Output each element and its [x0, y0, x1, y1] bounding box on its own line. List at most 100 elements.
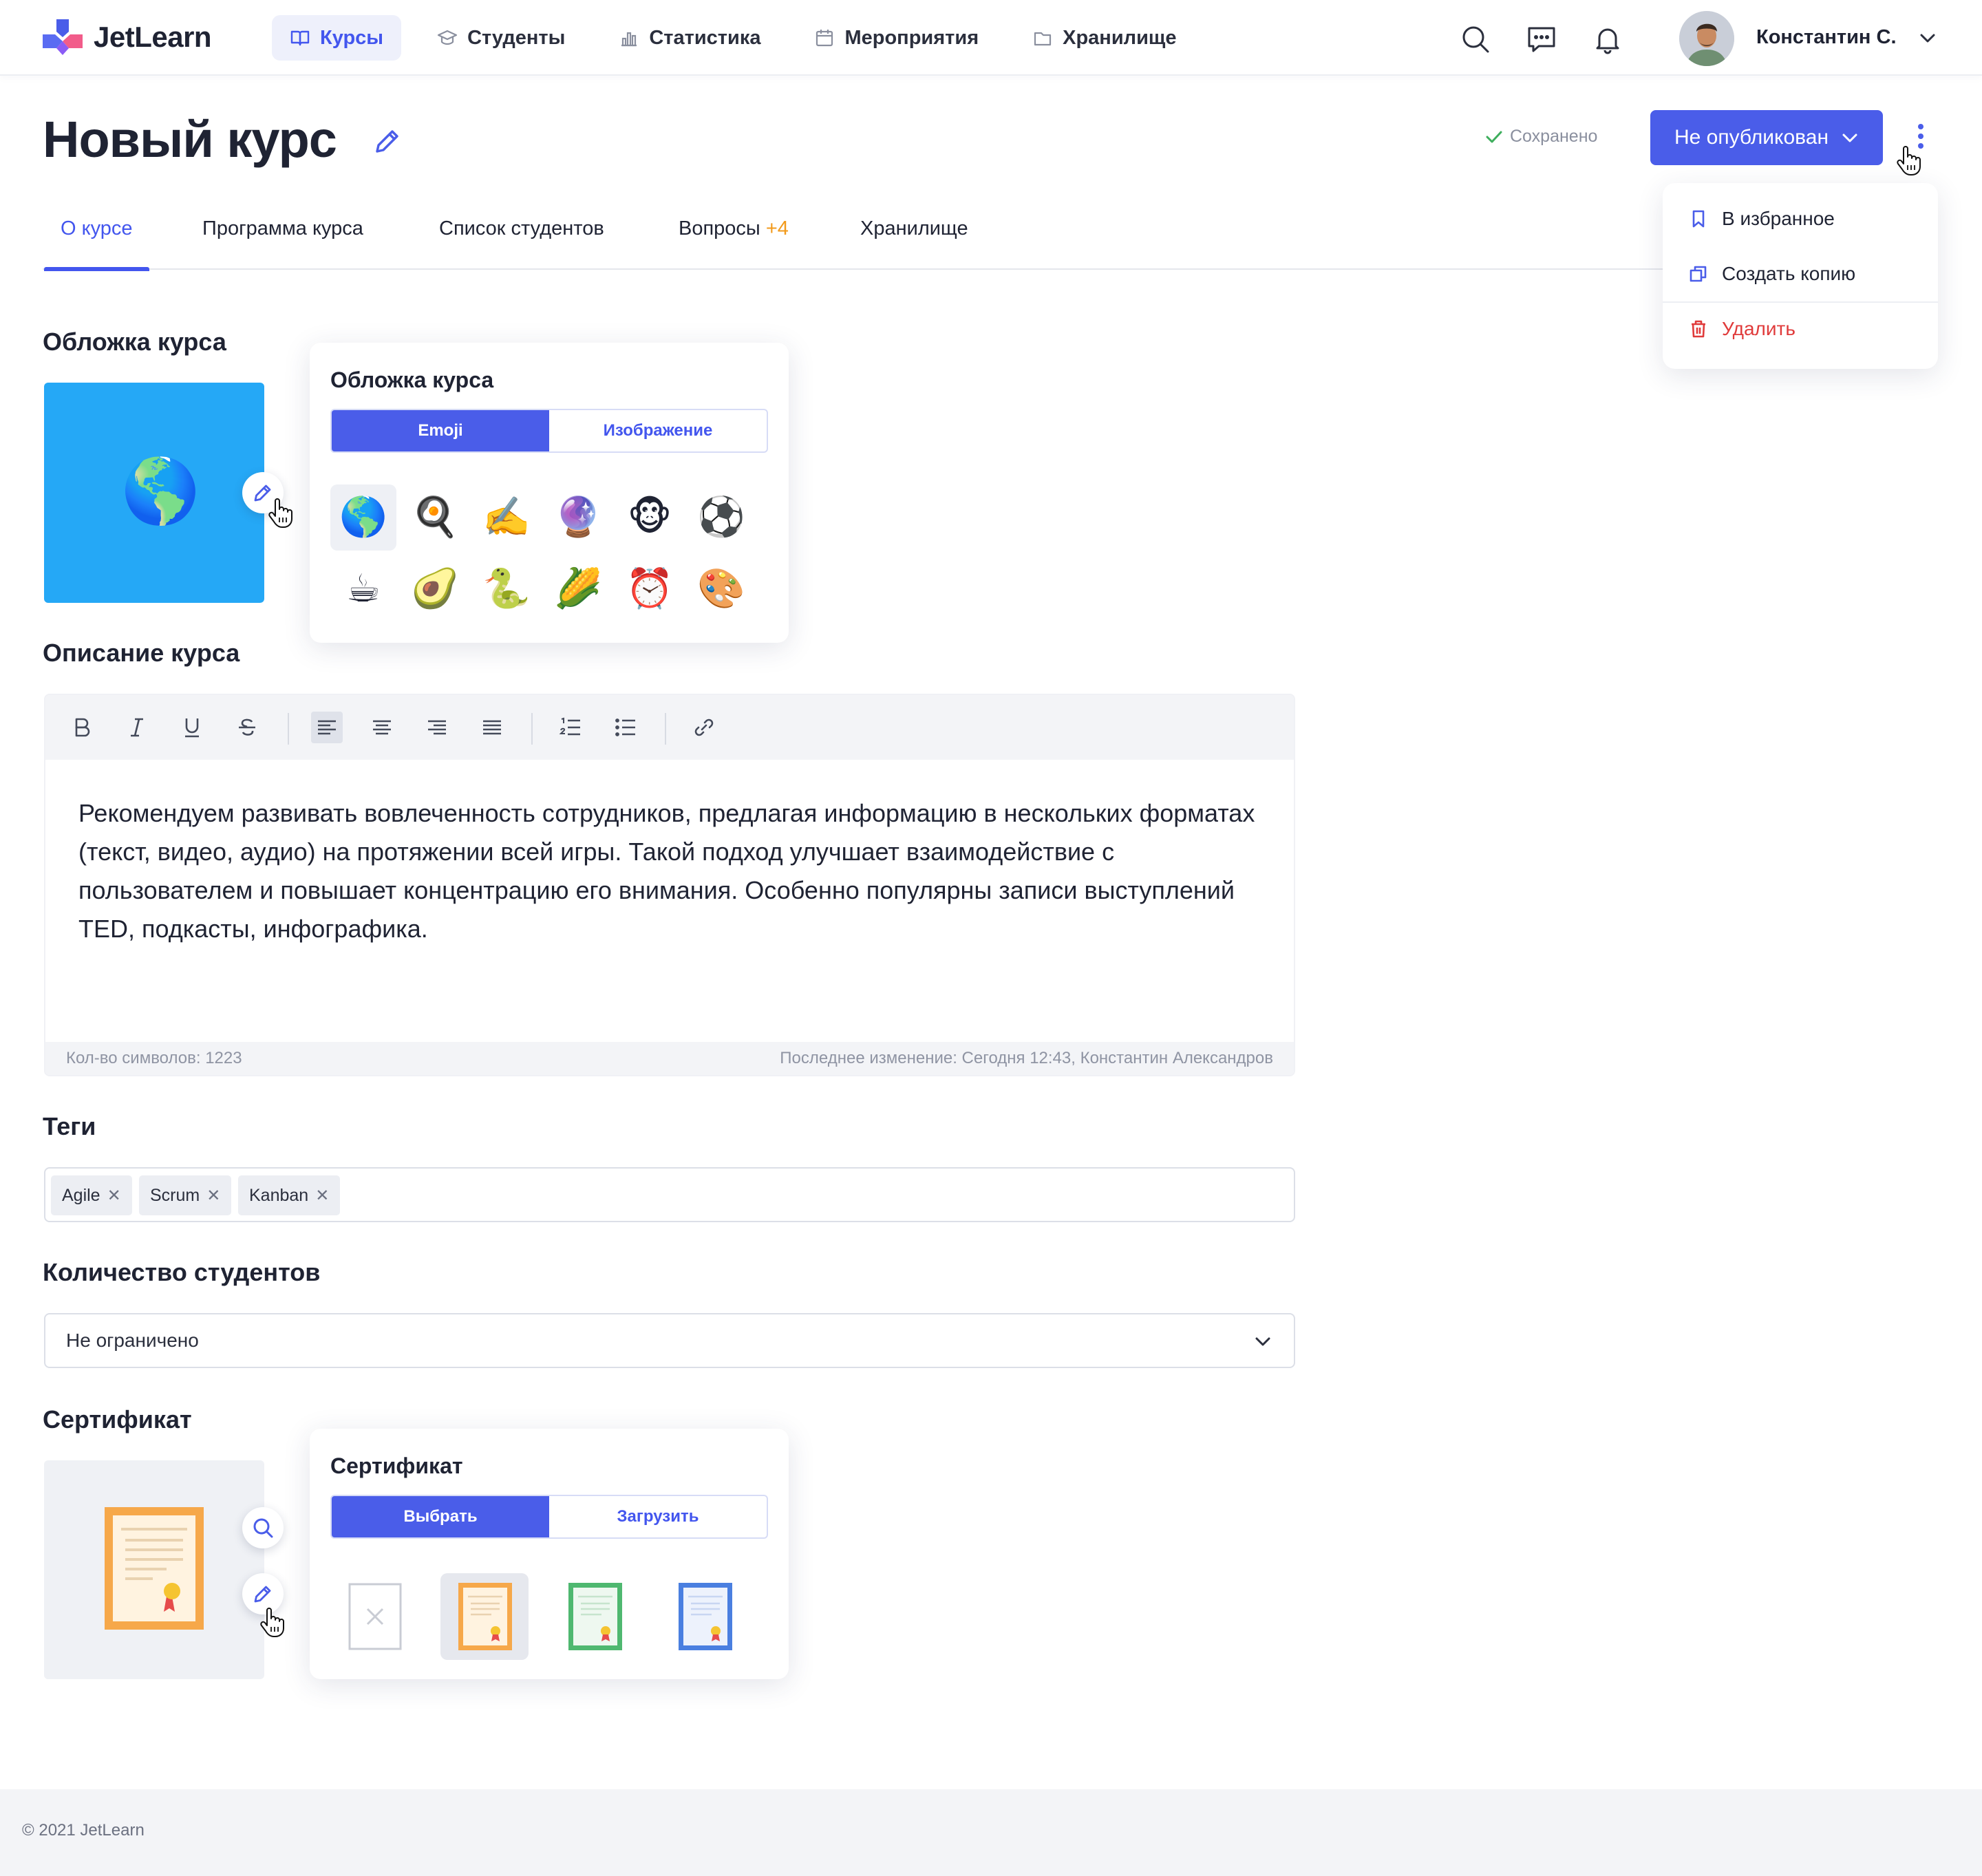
- remove-tag-icon[interactable]: ✕: [206, 1186, 220, 1206]
- italic-button[interactable]: [121, 712, 153, 743]
- logo[interactable]: JetLearn: [43, 18, 212, 56]
- align-center-icon: [373, 720, 391, 735]
- user-photo: [1679, 11, 1734, 66]
- cover-section-label: Обложка курса: [43, 328, 226, 356]
- menu-item-label: Удалить: [1722, 318, 1795, 339]
- trash-icon: [1692, 320, 1705, 338]
- align-left-icon: [318, 720, 336, 735]
- tag-chip: Kanban ✕: [238, 1175, 341, 1215]
- certificate-tab-choose[interactable]: Выбрать: [332, 1496, 549, 1537]
- cover-tab-emoji[interactable]: Emoji: [332, 410, 549, 451]
- certificate-option-green[interactable]: [551, 1573, 639, 1660]
- more-options-menu: В избранное Создать копию Удалить: [1663, 183, 1938, 369]
- tab-questions[interactable]: Вопросы +4: [679, 217, 789, 270]
- ordered-list-button[interactable]: [555, 712, 586, 743]
- bar-chart-icon: [621, 32, 637, 47]
- cover-type-switch: Emoji Изображение: [330, 409, 768, 453]
- no-certificate-icon: [348, 1583, 402, 1650]
- menu-item-label: Создать копию: [1722, 263, 1856, 284]
- emoji-option[interactable]: ✍️: [473, 484, 540, 551]
- course-cover[interactable]: 🌎: [44, 383, 264, 603]
- emoji-glyph: 🔮: [554, 495, 602, 540]
- emoji-option[interactable]: ⚽: [688, 484, 754, 551]
- user-name[interactable]: Константин С.: [1756, 26, 1897, 49]
- emoji-option[interactable]: ⏰: [617, 556, 683, 622]
- cover-popover: Обложка курса Emoji Изображение 🌎 🍳 ✍️ 🔮…: [310, 343, 789, 643]
- underline-button[interactable]: [176, 712, 208, 743]
- publish-status-button[interactable]: Не опубликован: [1650, 110, 1883, 165]
- certificate-green-icon: [568, 1583, 622, 1650]
- tab-about[interactable]: О курсе: [44, 217, 149, 271]
- menu-item-favorite[interactable]: В избранное: [1689, 208, 1835, 230]
- tags-input[interactable]: Agile ✕ Scrum ✕ Kanban ✕: [44, 1167, 1295, 1222]
- bullet-list-button[interactable]: [610, 712, 641, 743]
- bold-icon: [75, 718, 90, 737]
- emoji-option[interactable]: 🌎: [330, 484, 396, 551]
- underline-icon: [185, 718, 199, 738]
- toolbar-divider: [288, 713, 289, 745]
- emoji-option[interactable]: 🌽: [545, 556, 611, 622]
- hand-cursor-icon: [260, 1608, 284, 1637]
- cover-tab-image[interactable]: Изображение: [549, 410, 767, 451]
- nav-item-label: Хранилище: [1063, 26, 1177, 49]
- align-left-button[interactable]: [311, 712, 343, 743]
- nav-item-courses[interactable]: Курсы: [272, 15, 402, 61]
- cover-emoji: 🌎: [121, 454, 200, 528]
- certificate-orange-icon: [105, 1507, 204, 1630]
- students-count-select[interactable]: Не ограничено: [44, 1313, 1295, 1368]
- char-count: Кол-во символов: 1223: [66, 1049, 242, 1067]
- avatar[interactable]: [1679, 11, 1734, 66]
- strikethrough-button[interactable]: [231, 712, 263, 743]
- align-justify-button[interactable]: [476, 712, 508, 743]
- edit-title-pencil-icon[interactable]: [372, 125, 403, 157]
- align-center-button[interactable]: [366, 712, 398, 743]
- emoji-option[interactable]: 🎨: [688, 556, 754, 622]
- remove-tag-icon[interactable]: ✕: [107, 1186, 121, 1206]
- hand-cursor-icon: [268, 498, 292, 528]
- nav-item-statistics[interactable]: Статистика: [601, 15, 778, 61]
- emoji-option[interactable]: 🐍: [473, 556, 540, 622]
- menu-divider: [1663, 301, 1938, 303]
- bell-icon[interactable]: [1592, 24, 1623, 54]
- popover-title: Сертификат: [330, 1453, 463, 1478]
- emoji-option[interactable]: 🐵: [617, 484, 683, 551]
- tab-storage[interactable]: Хранилище: [860, 217, 968, 270]
- description-text[interactable]: Рекомендуем развивать вовлеченность сотр…: [78, 794, 1262, 948]
- align-right-button[interactable]: [421, 712, 453, 743]
- questions-count-badge: +4: [765, 217, 789, 239]
- emoji-option[interactable]: 🔮: [545, 484, 611, 551]
- nav-item-events[interactable]: Мероприятия: [796, 15, 997, 61]
- remove-tag-icon[interactable]: ✕: [315, 1186, 329, 1206]
- emoji-glyph: 🐵: [627, 495, 672, 540]
- nav-item-storage[interactable]: Хранилище: [1014, 15, 1194, 61]
- link-button[interactable]: [688, 712, 720, 743]
- chevron-down-icon[interactable]: [1917, 30, 1938, 47]
- logo-text: JetLearn: [94, 21, 212, 53]
- emoji-option[interactable]: ☕: [330, 556, 396, 622]
- nav-item-label: Студенты: [467, 26, 566, 49]
- popover-title: Обложка курса: [330, 367, 494, 392]
- certificate-preview[interactable]: [44, 1460, 264, 1679]
- emoji-option[interactable]: 🍳: [402, 484, 468, 551]
- certificate-option-blue[interactable]: [661, 1573, 749, 1660]
- search-icon[interactable]: [1460, 24, 1491, 54]
- bullet-list-icon: [615, 718, 635, 736]
- book-icon: [290, 30, 310, 46]
- tab-program[interactable]: Программа курса: [202, 217, 363, 270]
- bold-button[interactable]: [66, 712, 98, 743]
- certificate-section-label: Сертификат: [43, 1405, 192, 1433]
- menu-item-delete[interactable]: Удалить: [1689, 318, 1795, 340]
- nav-item-students[interactable]: Студенты: [419, 15, 583, 61]
- toolbar-divider: [665, 713, 666, 745]
- emoji-glyph: 🍳: [411, 495, 459, 540]
- emoji-option[interactable]: 🥑: [402, 556, 468, 622]
- menu-item-copy[interactable]: Создать копию: [1689, 263, 1855, 285]
- emoji-glyph: 🥑: [411, 566, 459, 611]
- chat-icon[interactable]: [1526, 24, 1557, 54]
- certificate-tab-upload[interactable]: Загрузить: [549, 1496, 767, 1537]
- tab-students-list[interactable]: Список студентов: [439, 217, 604, 270]
- certificate-option-orange[interactable]: [440, 1573, 529, 1660]
- emoji-glyph: 🎨: [697, 566, 745, 611]
- preview-certificate-button[interactable]: [242, 1507, 284, 1548]
- certificate-option-none[interactable]: [330, 1573, 418, 1660]
